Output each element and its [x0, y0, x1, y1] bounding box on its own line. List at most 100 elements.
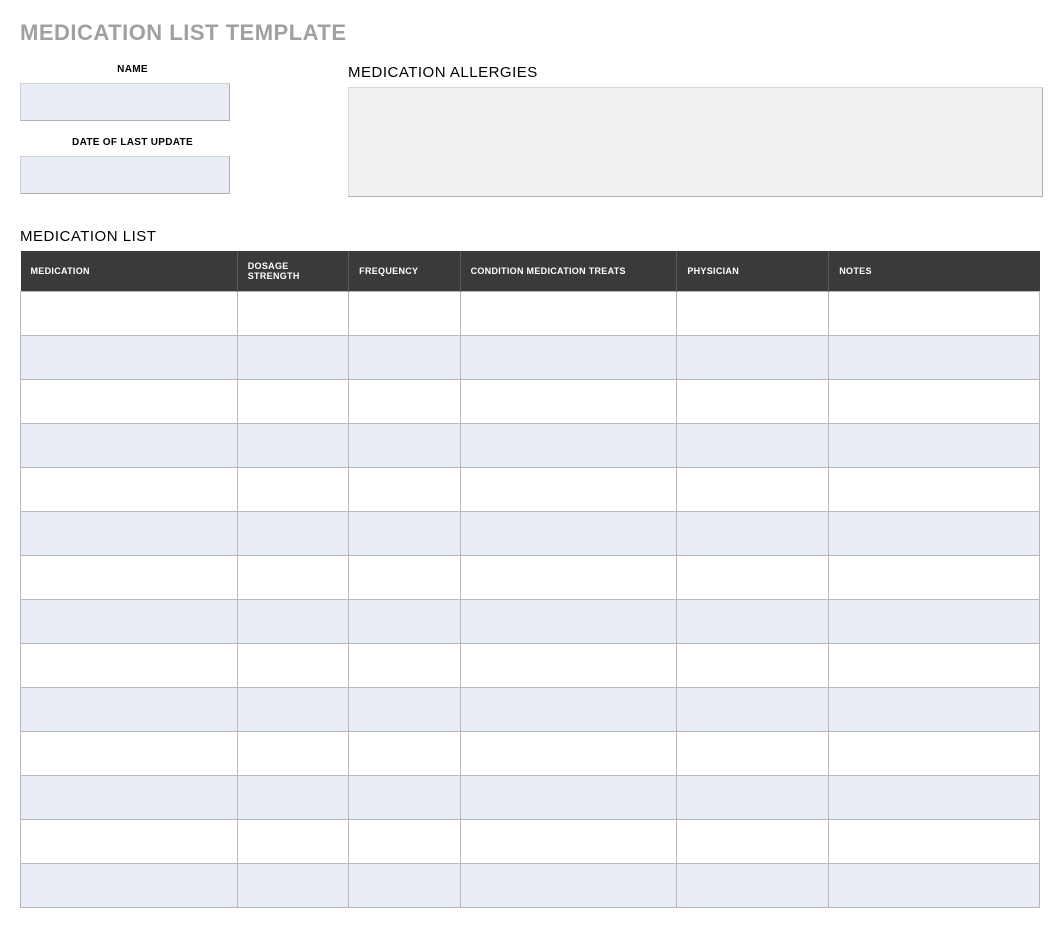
date-label: DATE OF LAST UPDATE: [20, 137, 245, 148]
cell-medication[interactable]: [21, 644, 238, 688]
cell-physician[interactable]: [677, 424, 829, 468]
cell-notes[interactable]: [829, 468, 1040, 512]
table-row: [21, 556, 1040, 600]
cell-notes[interactable]: [829, 336, 1040, 380]
cell-dosage[interactable]: [237, 556, 348, 600]
cell-dosage[interactable]: [237, 292, 348, 336]
cell-notes[interactable]: [829, 556, 1040, 600]
cell-notes[interactable]: [829, 732, 1040, 776]
cell-condition[interactable]: [460, 512, 677, 556]
cell-medication[interactable]: [21, 864, 238, 908]
cell-condition[interactable]: [460, 380, 677, 424]
name-input[interactable]: [20, 83, 230, 121]
cell-dosage[interactable]: [237, 600, 348, 644]
cell-medication[interactable]: [21, 292, 238, 336]
cell-medication[interactable]: [21, 688, 238, 732]
allergies-input[interactable]: [348, 87, 1043, 197]
medication-table: MEDICATION DOSAGE STRENGTH FREQUENCY CON…: [20, 251, 1040, 908]
cell-frequency[interactable]: [349, 292, 460, 336]
cell-physician[interactable]: [677, 644, 829, 688]
cell-physician[interactable]: [677, 512, 829, 556]
cell-medication[interactable]: [21, 732, 238, 776]
cell-frequency[interactable]: [349, 820, 460, 864]
cell-physician[interactable]: [677, 732, 829, 776]
cell-condition[interactable]: [460, 424, 677, 468]
cell-frequency[interactable]: [349, 556, 460, 600]
table-row: [21, 644, 1040, 688]
cell-condition[interactable]: [460, 820, 677, 864]
cell-condition[interactable]: [460, 864, 677, 908]
cell-medication[interactable]: [21, 336, 238, 380]
cell-notes[interactable]: [829, 380, 1040, 424]
cell-dosage[interactable]: [237, 776, 348, 820]
cell-physician[interactable]: [677, 820, 829, 864]
cell-notes[interactable]: [829, 820, 1040, 864]
cell-frequency[interactable]: [349, 424, 460, 468]
cell-medication[interactable]: [21, 820, 238, 864]
cell-dosage[interactable]: [237, 644, 348, 688]
cell-physician[interactable]: [677, 600, 829, 644]
cell-frequency[interactable]: [349, 688, 460, 732]
cell-notes[interactable]: [829, 688, 1040, 732]
cell-dosage[interactable]: [237, 424, 348, 468]
cell-medication[interactable]: [21, 556, 238, 600]
cell-condition[interactable]: [460, 644, 677, 688]
cell-medication[interactable]: [21, 424, 238, 468]
cell-notes[interactable]: [829, 292, 1040, 336]
cell-dosage[interactable]: [237, 380, 348, 424]
cell-medication[interactable]: [21, 380, 238, 424]
cell-frequency[interactable]: [349, 644, 460, 688]
cell-physician[interactable]: [677, 336, 829, 380]
cell-dosage[interactable]: [237, 864, 348, 908]
cell-physician[interactable]: [677, 380, 829, 424]
cell-frequency[interactable]: [349, 380, 460, 424]
cell-frequency[interactable]: [349, 864, 460, 908]
cell-medication[interactable]: [21, 776, 238, 820]
col-header-frequency: FREQUENCY: [349, 251, 460, 292]
cell-notes[interactable]: [829, 644, 1040, 688]
table-row: [21, 424, 1040, 468]
cell-notes[interactable]: [829, 600, 1040, 644]
cell-dosage[interactable]: [237, 468, 348, 512]
cell-condition[interactable]: [460, 292, 677, 336]
cell-condition[interactable]: [460, 468, 677, 512]
cell-dosage[interactable]: [237, 732, 348, 776]
date-input[interactable]: [20, 156, 230, 194]
cell-physician[interactable]: [677, 292, 829, 336]
cell-medication[interactable]: [21, 600, 238, 644]
cell-frequency[interactable]: [349, 776, 460, 820]
cell-frequency[interactable]: [349, 468, 460, 512]
cell-condition[interactable]: [460, 600, 677, 644]
cell-notes[interactable]: [829, 776, 1040, 820]
name-label: NAME: [20, 64, 245, 75]
cell-dosage[interactable]: [237, 688, 348, 732]
cell-condition[interactable]: [460, 556, 677, 600]
cell-dosage[interactable]: [237, 336, 348, 380]
cell-medication[interactable]: [21, 468, 238, 512]
cell-medication[interactable]: [21, 512, 238, 556]
cell-condition[interactable]: [460, 688, 677, 732]
cell-frequency[interactable]: [349, 336, 460, 380]
medication-list-label: MEDICATION LIST: [20, 228, 1043, 245]
cell-physician[interactable]: [677, 556, 829, 600]
table-row: [21, 820, 1040, 864]
cell-notes[interactable]: [829, 424, 1040, 468]
cell-frequency[interactable]: [349, 732, 460, 776]
cell-physician[interactable]: [677, 688, 829, 732]
cell-physician[interactable]: [677, 776, 829, 820]
cell-dosage[interactable]: [237, 512, 348, 556]
cell-physician[interactable]: [677, 864, 829, 908]
cell-notes[interactable]: [829, 512, 1040, 556]
cell-frequency[interactable]: [349, 600, 460, 644]
cell-dosage[interactable]: [237, 820, 348, 864]
cell-physician[interactable]: [677, 468, 829, 512]
table-row: [21, 732, 1040, 776]
cell-frequency[interactable]: [349, 512, 460, 556]
cell-condition[interactable]: [460, 336, 677, 380]
cell-condition[interactable]: [460, 732, 677, 776]
header-fields: NAME DATE OF LAST UPDATE MEDICATION ALLE…: [20, 64, 1043, 210]
cell-condition[interactable]: [460, 776, 677, 820]
table-header-row: MEDICATION DOSAGE STRENGTH FREQUENCY CON…: [21, 251, 1040, 292]
cell-notes[interactable]: [829, 864, 1040, 908]
col-header-dosage: DOSAGE STRENGTH: [237, 251, 348, 292]
